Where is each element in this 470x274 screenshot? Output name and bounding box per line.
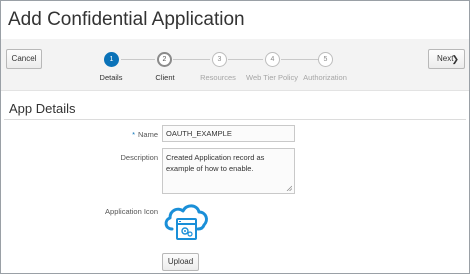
description-field[interactable]: Created Application record as example of… [162, 148, 295, 194]
train-step-2[interactable]: 2 [157, 52, 172, 67]
train-step-1[interactable]: 1 [104, 52, 119, 67]
train-step-5: 5 [318, 52, 333, 67]
train-step-label-resources: Resources [200, 73, 236, 82]
section-title: App Details [9, 101, 76, 116]
train-connector [121, 59, 155, 60]
train-connector [173, 59, 210, 60]
next-button[interactable]: Next ❯ [428, 49, 465, 69]
application-icon-label: Application Icon [105, 207, 158, 216]
required-marker: * [132, 130, 135, 139]
upload-button[interactable]: Upload [162, 253, 199, 271]
section-divider [4, 119, 466, 120]
resize-grip-icon[interactable] [286, 185, 292, 191]
train-step-3: 3 [212, 52, 227, 67]
train-step-label-web-tier-policy: Web Tier Policy [246, 73, 298, 82]
train-step-label-authorization: Authorization [303, 73, 347, 82]
train-step-4: 4 [265, 52, 280, 67]
name-label: * Name [132, 130, 158, 139]
description-label: Description [120, 153, 158, 162]
cancel-button[interactable]: Cancel [6, 49, 42, 69]
cloud-application-icon [161, 200, 211, 242]
description-text: Created Application record as example of… [166, 153, 265, 173]
page-title: Add Confidential Application [8, 9, 245, 30]
name-field[interactable]: OAUTH_EXAMPLE [162, 125, 295, 142]
chevron-right-icon: ❯ [451, 54, 459, 64]
train-step-label-details: Details [99, 73, 123, 82]
train-connector [281, 59, 318, 60]
train-bar [1, 39, 469, 91]
train-connector [228, 59, 263, 60]
train-step-label-client: Client [155, 73, 175, 82]
